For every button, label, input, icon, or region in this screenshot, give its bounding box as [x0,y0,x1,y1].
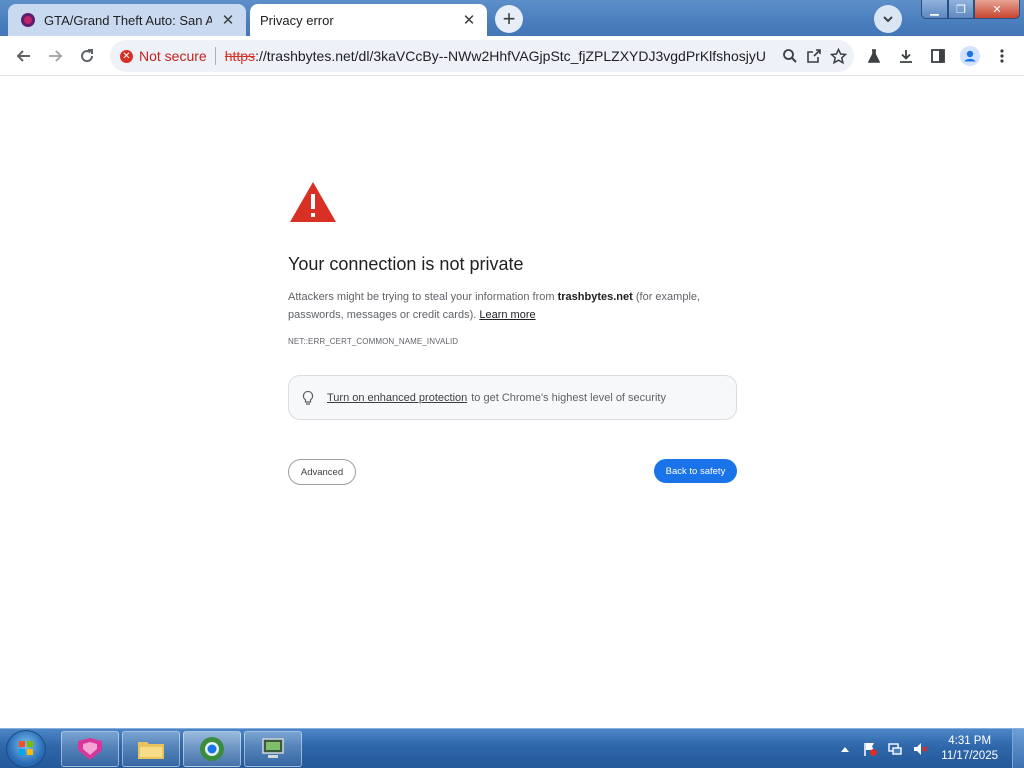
show-desktop-button[interactable] [1012,729,1024,768]
side-panel-icon [931,49,945,63]
tab-strip: GTA/Grand Theft Auto: San Andreas ✕ Priv… [0,0,1024,36]
page-heading: Your connection is not private [288,254,524,274]
window-controls: ▁ ❐ ✕ [921,0,1020,20]
maximize-button[interactable]: ❐ [948,0,974,19]
clock-date: 11/17/2025 [941,750,998,762]
minimize-icon: ▁ [930,3,939,16]
tab-gta-san-andreas[interactable]: GTA/Grand Theft Auto: San Andreas ✕ [8,4,246,36]
back-nav-button[interactable] [10,42,38,70]
start-button[interactable] [6,730,46,768]
profile-button[interactable] [956,42,984,70]
downloads-button[interactable] [892,42,920,70]
action-center-icon[interactable] [862,741,878,757]
message-prefix: Attackers might be trying to steal your … [288,291,558,303]
taskbar-app-4[interactable] [244,731,302,767]
not-secure-icon: ✕ [120,49,133,63]
site-favicon-icon [21,13,35,27]
chevron-up-icon [841,747,850,752]
new-tab-button[interactable]: + [495,5,523,33]
app-shield-icon [78,738,102,760]
minimize-button[interactable]: ▁ [921,0,948,19]
forward-nav-button[interactable] [41,42,69,70]
url-rest: ://trashbytes.net/dl/3kaVCcBy--NWw2HhfVA… [255,48,765,64]
network-monitor-icon [888,743,902,755]
clock[interactable]: 4:31 PM 11/17/2025 [941,734,998,764]
computer-icon [262,738,284,758]
chevron-down-icon [883,16,893,23]
browser-toolbar: ✕ Not secure https://trashbytes.net/dl/3… [0,36,1024,76]
arrow-left-icon [16,50,30,62]
error-code: NET::ERR_CERT_COMMON_NAME_INVALID [288,337,459,346]
avatar-icon [960,46,980,66]
message-domain: trashbytes.net [557,291,633,303]
taskbar-explorer[interactable] [122,731,180,767]
show-hidden-icons-button[interactable] [837,741,853,757]
privacy-error-page: Your connection is not private Attackers… [0,77,1024,727]
url-scheme: https [224,48,256,64]
tab-close-icon[interactable]: ✕ [218,10,238,30]
zoom-button[interactable] [780,46,800,66]
reload-button[interactable] [73,42,101,70]
clock-time: 4:31 PM [948,735,992,747]
share-button[interactable] [804,46,824,66]
advanced-button[interactable]: Advanced [288,459,356,485]
tab-title: Privacy error [260,12,334,28]
security-chip[interactable]: ✕ Not secure [120,48,207,64]
browser-globe-icon [200,737,224,761]
zoom-icon [783,49,797,63]
security-label: Not secure [139,48,207,64]
back-to-safety-button[interactable]: Back to safety [654,459,737,483]
arrow-right-icon [49,50,63,62]
star-icon [829,47,847,64]
volume-icon[interactable] [912,741,928,757]
close-window-button[interactable]: ✕ [974,0,1020,19]
bookmark-button[interactable] [828,46,848,66]
share-icon [807,49,821,63]
enhanced-protection-text: to get Chrome's highest level of securit… [471,391,666,404]
tab-privacy-error[interactable]: Privacy error ✕ [250,4,487,36]
tab-title: GTA/Grand Theft Auto: San Andreas [44,12,212,28]
labs-button[interactable] [860,42,888,70]
enhanced-protection-box: Turn on enhanced protection to get Chrom… [288,375,737,420]
restore-icon: ❐ [956,3,966,16]
warning-triangle-icon [290,182,336,222]
close-icon: ✕ [992,3,1002,16]
side-panel-button[interactable] [924,42,952,70]
tab-close-icon[interactable]: ✕ [459,10,479,30]
chip-separator [214,47,216,65]
download-icon [900,50,912,63]
folder-icon [138,742,164,759]
plus-icon: + [502,6,516,31]
lightbulb-icon [302,390,314,405]
url-text[interactable]: https://trashbytes.net/dl/3kaVCcBy--NWw2… [225,48,765,64]
reload-icon [81,49,94,63]
more-vert-icon [1000,49,1004,63]
learn-more-link[interactable]: Learn more [479,309,535,321]
windows-logo-icon [19,741,33,755]
menu-button[interactable] [988,42,1016,70]
speaker-muted-icon [914,743,928,755]
main-message: Attackers might be trying to steal your … [288,288,738,324]
flask-icon [867,49,881,63]
network-icon[interactable] [887,741,903,757]
tab-search-button[interactable] [874,5,902,33]
windows-taskbar: 4:31 PM 11/17/2025 [0,728,1024,768]
taskbar-browser[interactable] [183,731,241,767]
taskbar-app-1[interactable] [61,731,119,767]
enhanced-protection-link[interactable]: Turn on enhanced protection [327,392,467,404]
address-bar[interactable]: ✕ Not secure https://trashbytes.net/dl/3… [110,40,854,72]
system-tray: 4:31 PM 11/17/2025 [837,729,1024,768]
flag-alert-icon [864,743,878,756]
